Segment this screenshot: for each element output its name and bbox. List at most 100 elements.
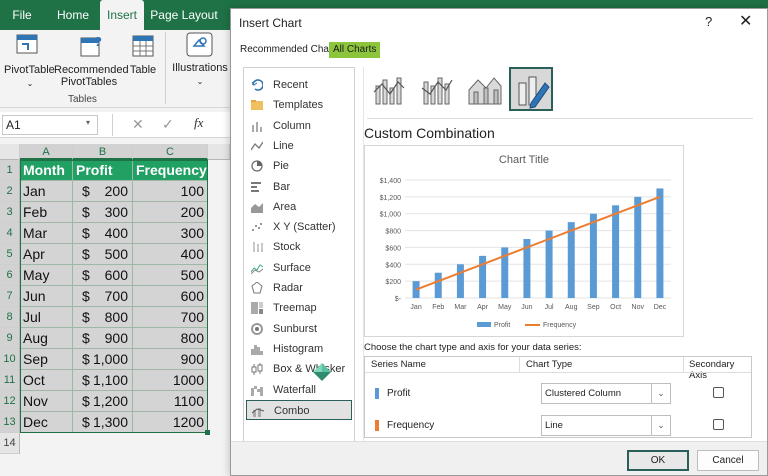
chart-type-histogram[interactable]: Histogram	[246, 339, 352, 359]
ok-button[interactable]: OK	[627, 450, 689, 471]
tab-insert[interactable]: Insert	[100, 0, 144, 30]
chart-type-area[interactable]: Area	[246, 197, 352, 217]
profit-cell[interactable]: $400	[73, 223, 133, 244]
row-header[interactable]: 4	[0, 223, 20, 244]
chart-type-x-y-scatter[interactable]: X Y (Scatter)	[246, 217, 352, 237]
chart-type-line[interactable]: Line	[246, 136, 352, 156]
month-cell[interactable]: Aug	[20, 328, 73, 349]
chart-type-sunburst[interactable]: Sunburst	[246, 319, 352, 339]
chart-type-surface[interactable]: Surface	[246, 258, 352, 278]
header-cell-month[interactable]: Month	[20, 160, 73, 181]
row-header[interactable]: 6	[0, 265, 20, 286]
chart-type-pie[interactable]: Pie	[246, 156, 352, 176]
secondary-axis-checkbox-profit[interactable]	[713, 387, 724, 398]
row-header[interactable]: 12	[0, 391, 20, 412]
profit-cell[interactable]: $1,000	[73, 349, 133, 370]
row-header[interactable]: 2	[0, 181, 20, 202]
name-box-dropdown-icon[interactable]: ▾	[86, 118, 90, 127]
pivottable-button[interactable]: PivotTable	[4, 64, 55, 76]
profit-cell[interactable]: $500	[73, 244, 133, 265]
header-cell-profit[interactable]: Profit	[73, 160, 133, 181]
cancel-button[interactable]: Cancel	[697, 450, 759, 471]
secondary-axis-checkbox-frequency[interactable]	[713, 419, 724, 430]
cancel-entry-icon[interactable]: ✕	[132, 116, 144, 133]
chart-type-box-whisker[interactable]: Box & Whisker	[246, 359, 352, 379]
header-cell-frequency[interactable]: Frequency	[133, 160, 208, 181]
row-header[interactable]: 7	[0, 286, 20, 307]
frequency-cell[interactable]: 600	[133, 286, 208, 307]
profit-cell[interactable]: $1,300	[73, 412, 133, 433]
chart-type-recent[interactable]: Recent	[246, 75, 352, 95]
profit-cell[interactable]: $600	[73, 265, 133, 286]
row-header[interactable]: 9	[0, 328, 20, 349]
column-header-a[interactable]: A	[20, 144, 73, 160]
frequency-cell[interactable]: 1200	[133, 412, 208, 433]
frequency-cell[interactable]: 800	[133, 328, 208, 349]
frequency-cell[interactable]: 100	[133, 181, 208, 202]
chart-type-column[interactable]: Column	[246, 116, 352, 136]
name-box[interactable]: A1	[2, 115, 98, 135]
help-button[interactable]: ?	[705, 14, 712, 29]
column-header-c[interactable]: C	[133, 144, 208, 160]
month-cell[interactable]: Mar	[20, 223, 73, 244]
month-cell[interactable]: Jan	[20, 181, 73, 202]
pivot-dropdown-icon[interactable]: ⌄	[20, 78, 40, 90]
month-cell[interactable]: Feb	[20, 202, 73, 223]
row-header[interactable]: 13	[0, 412, 20, 433]
profit-cell[interactable]: $800	[73, 307, 133, 328]
frequency-cell[interactable]: 900	[133, 349, 208, 370]
frequency-cell[interactable]: 1000	[133, 370, 208, 391]
close-icon[interactable]: ✕	[739, 11, 752, 31]
row-header[interactable]: 1	[0, 160, 20, 181]
column-header-d[interactable]	[208, 144, 230, 160]
tab-all-charts[interactable]: All Charts	[329, 42, 381, 58]
row-header[interactable]: 14	[0, 433, 20, 454]
chart-type-waterfall[interactable]: Waterfall	[246, 380, 352, 400]
month-cell[interactable]: Nov	[20, 391, 73, 412]
chart-type-templates[interactable]: Templates	[246, 95, 352, 115]
chart-type-combo[interactable]: Combo	[246, 399, 352, 420]
row-header[interactable]: 10	[0, 349, 20, 370]
combo-thumb-secondary-axis[interactable]	[415, 67, 459, 111]
month-cell[interactable]: Sep	[20, 349, 73, 370]
profit-cell[interactable]: $1,200	[73, 391, 133, 412]
profit-cell[interactable]: $200	[73, 181, 133, 202]
tab-page-layout[interactable]: Page Layout	[150, 0, 218, 30]
chart-type-treemap[interactable]: Treemap	[246, 298, 352, 318]
chart-type-select-profit[interactable]: Clustered Column ⌄	[541, 383, 671, 404]
frequency-cell[interactable]: 400	[133, 244, 208, 265]
row-header[interactable]: 11	[0, 370, 20, 391]
chart-type-bar[interactable]: Bar	[246, 177, 352, 197]
chart-type-radar[interactable]: Radar	[246, 278, 352, 298]
tab-recommended-charts[interactable]: Recommended Charts	[236, 42, 344, 58]
column-header-b[interactable]: B	[73, 144, 133, 160]
month-cell[interactable]: Dec	[20, 412, 73, 433]
profit-cell[interactable]: $700	[73, 286, 133, 307]
combo-thumb-clustered-line[interactable]	[367, 67, 411, 111]
profit-cell[interactable]: $1,100	[73, 370, 133, 391]
confirm-entry-icon[interactable]: ✓	[162, 116, 174, 133]
month-cell[interactable]: Apr	[20, 244, 73, 265]
frequency-cell[interactable]: 700	[133, 307, 208, 328]
row-header[interactable]: 3	[0, 202, 20, 223]
chart-type-select-frequency[interactable]: Line ⌄	[541, 415, 671, 436]
row-header[interactable]: 8	[0, 307, 20, 328]
profit-cell[interactable]: $300	[73, 202, 133, 223]
month-cell[interactable]: Oct	[20, 370, 73, 391]
frequency-cell[interactable]: 300	[133, 223, 208, 244]
combo-thumb-area-column[interactable]	[463, 67, 507, 111]
recommended-pivottables-button[interactable]: Recommended PivotTables	[54, 64, 129, 88]
combo-thumb-custom[interactable]	[509, 67, 553, 111]
fill-handle[interactable]	[205, 430, 210, 435]
month-cell[interactable]: Jul	[20, 307, 73, 328]
profit-cell[interactable]: $900	[73, 328, 133, 349]
frequency-cell[interactable]: 500	[133, 265, 208, 286]
frequency-cell[interactable]: 1100	[133, 391, 208, 412]
row-header[interactable]: 5	[0, 244, 20, 265]
tab-file[interactable]: File	[0, 0, 44, 30]
insert-function-icon[interactable]: fx	[194, 115, 203, 131]
month-cell[interactable]: Jun	[20, 286, 73, 307]
table-button[interactable]: Table	[128, 64, 158, 76]
illustrations-dropdown-icon[interactable]: ⌄	[190, 76, 210, 88]
select-all-corner[interactable]	[0, 144, 20, 160]
